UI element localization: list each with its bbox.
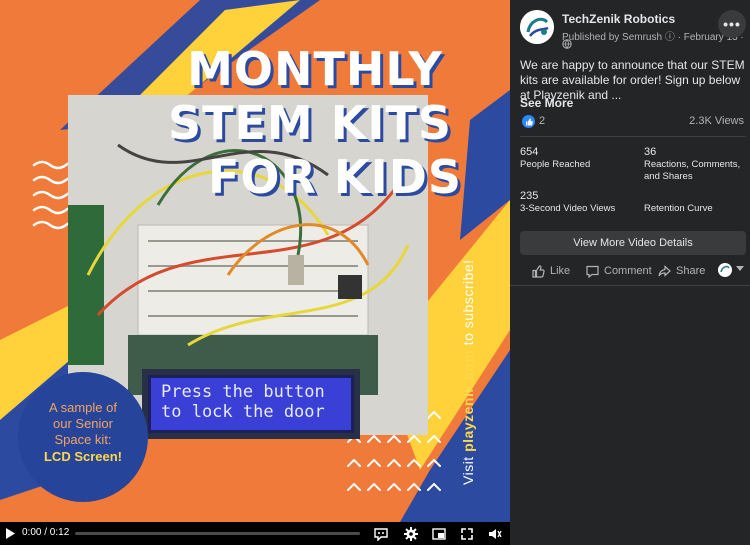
like-icon [532, 264, 545, 278]
fullscreen-icon[interactable] [458, 522, 476, 545]
stat-label: People Reached [520, 159, 591, 170]
volume-icon[interactable] [486, 522, 504, 545]
callout-line-3: Space kit: [54, 432, 112, 447]
captions-icon[interactable] [372, 522, 390, 545]
view-count: 2.3K Views [689, 115, 744, 127]
stat-retention-curve[interactable]: Retention Curve [644, 189, 744, 215]
play-icon[interactable] [2, 522, 18, 545]
comment-button[interactable]: Comment [586, 262, 652, 280]
video-player[interactable]: MONTHLY STEM KITS FOR KIDS Press the but… [0, 0, 510, 545]
stat-label: 3-Second Video Views [520, 203, 616, 214]
headline-line-3: FOR KIDS [207, 150, 463, 204]
page-name[interactable]: TechZenik Robotics [562, 12, 675, 26]
see-more-link[interactable]: See More [520, 96, 573, 110]
visit-site: playzenik.com [460, 349, 476, 452]
kit-callout-circle: A sample of our Senior Space kit: LCD Sc… [18, 372, 148, 502]
like-count[interactable]: 2 [539, 115, 545, 127]
stat-label: Retention Curve [644, 203, 713, 214]
stat-number: 654 [520, 146, 539, 158]
callout-line-4: LCD Screen! [43, 449, 123, 464]
stat-number [644, 189, 744, 203]
lcd-line-1: Press the button [161, 382, 325, 402]
visit-prefix: Visit [460, 451, 476, 485]
stat-people-reached: 654 People Reached [520, 145, 630, 171]
stat-number: 235 [520, 190, 539, 202]
view-more-video-details-button[interactable]: View More Video Details [520, 231, 746, 255]
post-meta: Published by Semrush ⓘ · February 13 · [562, 32, 744, 43]
stat-engagement: 36 Reactions, Comments, and Shares [644, 145, 744, 183]
video-progress-track[interactable] [75, 532, 360, 535]
divider [520, 136, 746, 137]
page-avatar[interactable] [520, 10, 554, 44]
stat-number: 36 [644, 146, 657, 158]
like-label: Like [550, 265, 571, 277]
visit-caption: Visit playzenik.com to subscribe! [460, 259, 476, 485]
callout-line-2: our Senior [53, 416, 113, 431]
comment-icon [586, 265, 599, 278]
stat-3s-views: 235 3-Second Video Views [520, 189, 640, 215]
headline-line-1: MONTHLY [187, 42, 443, 96]
post-as-avatar[interactable] [718, 263, 732, 277]
callout-line-1: A sample of [49, 400, 117, 415]
like-reaction-icon[interactable] [522, 115, 535, 128]
divider [510, 285, 750, 286]
video-headline: MONTHLY STEM KITS FOR KIDS [0, 42, 510, 204]
lcd-screen: Press the button to lock the door [148, 375, 354, 433]
headline-line-2: STEM KITS [168, 96, 452, 150]
post-panel: TechZenik Robotics Published by Semrush … [510, 0, 750, 545]
like-button[interactable]: Like [532, 262, 570, 280]
share-label: Share [676, 265, 706, 277]
share-icon [658, 264, 671, 277]
app-root: MONTHLY STEM KITS FOR KIDS Press the but… [0, 0, 750, 545]
settings-icon[interactable] [402, 522, 420, 545]
video-controls: 0:00 / 0:12 [0, 522, 510, 545]
comment-label: Comment [604, 265, 652, 277]
more-icon[interactable]: ••• [718, 10, 746, 38]
chevron-down-icon[interactable] [736, 266, 744, 271]
globe-icon [562, 39, 572, 49]
stat-label: Reactions, Comments, and Shares [644, 159, 741, 182]
post-actions: Like Comment Share [520, 262, 746, 280]
picture-in-picture-icon[interactable] [430, 522, 448, 545]
lcd-line-2: to lock the door [161, 402, 325, 422]
visit-suffix: to subscribe! [460, 259, 476, 350]
share-button[interactable]: Share [658, 262, 705, 280]
techzenik-logo [520, 10, 554, 44]
video-time: 0:00 / 0:12 [22, 527, 70, 538]
